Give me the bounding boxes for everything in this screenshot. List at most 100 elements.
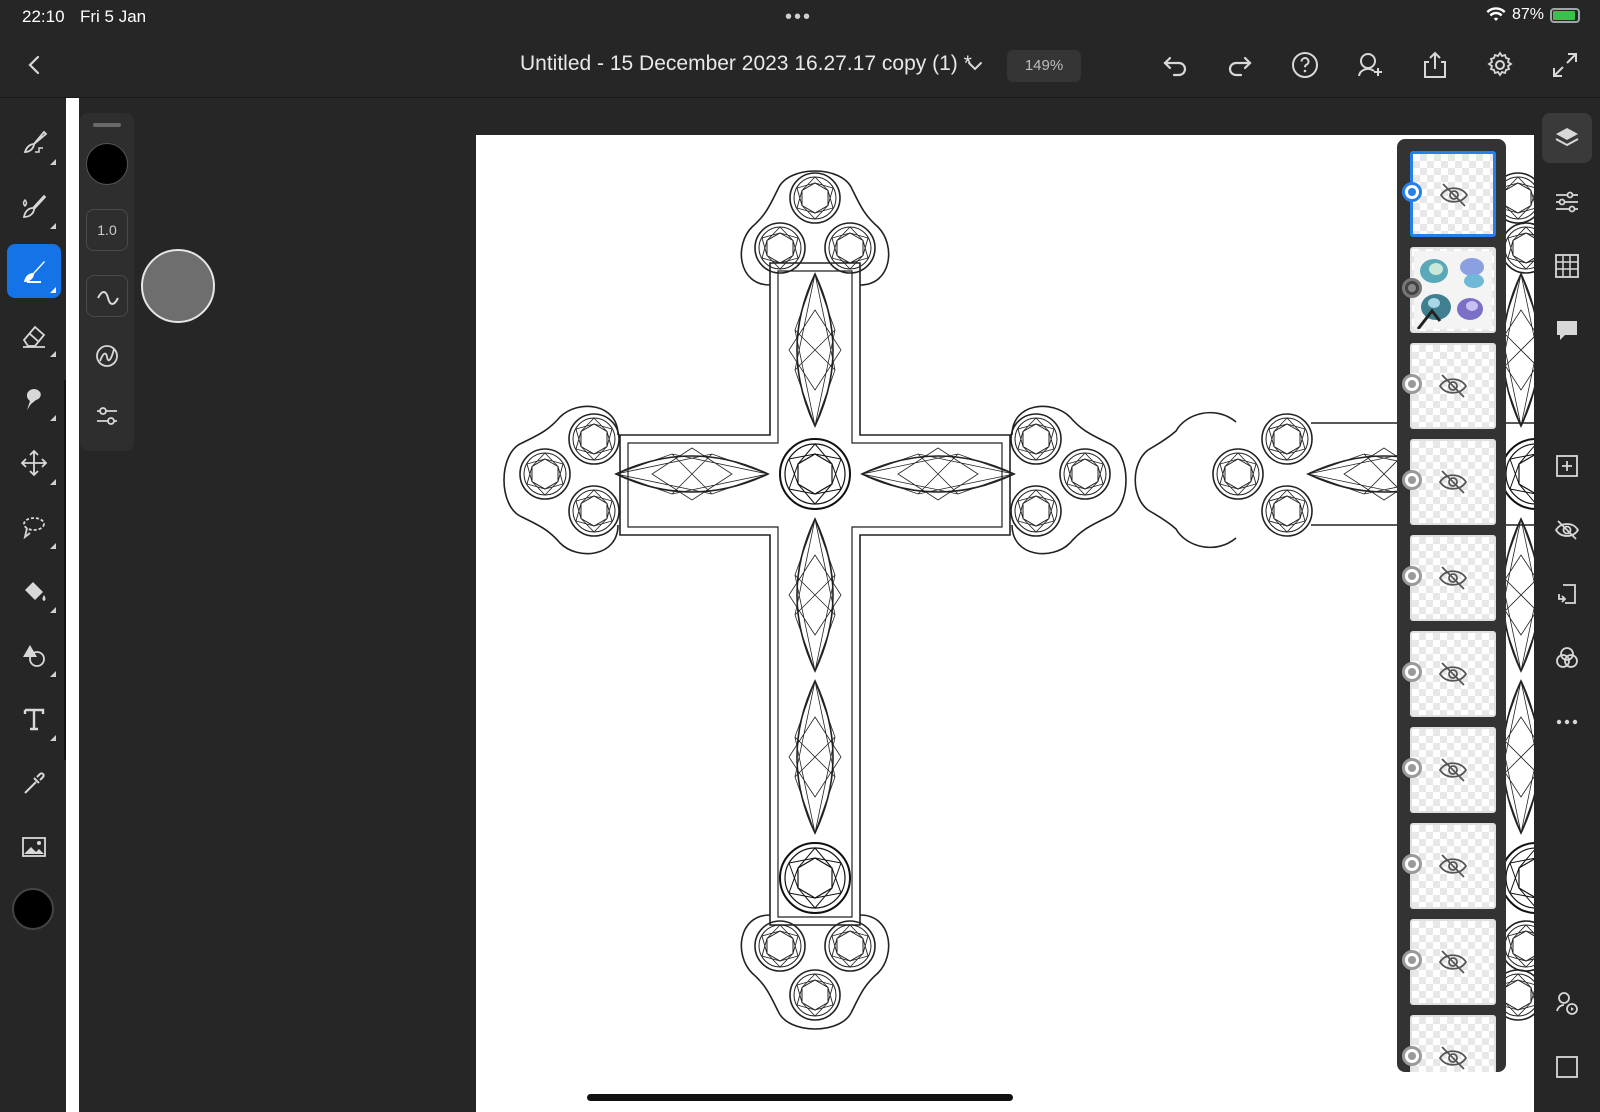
hidden-eye-icon — [1438, 374, 1468, 398]
document-title[interactable]: Untitled - 15 December 2023 16.27.17 cop… — [520, 52, 972, 76]
live-brush-icon — [22, 194, 47, 218]
eraser-tool[interactable] — [7, 308, 61, 362]
layers-panel — [1397, 139, 1506, 1072]
help-icon[interactable] — [1290, 50, 1320, 80]
layer-select-radio[interactable] — [1402, 662, 1422, 682]
layer-drag-handle[interactable] — [1402, 278, 1422, 298]
left-toolbar — [0, 98, 66, 1112]
brush-size-field[interactable]: 1.0 — [86, 209, 128, 251]
status-date: Fri 5 Jan — [80, 7, 147, 26]
battery-icon — [1550, 7, 1580, 23]
invite-user-icon[interactable] — [1355, 50, 1385, 80]
hidden-eye-icon — [1438, 662, 1468, 686]
toggle-visibility-button[interactable] — [1542, 505, 1592, 555]
canvas-frame-button[interactable] — [1542, 1042, 1592, 1092]
transform-tool[interactable] — [7, 436, 61, 490]
smudge-icon — [26, 389, 41, 410]
layer-thumbnail[interactable] — [1410, 727, 1496, 813]
hidden-eye-icon — [1439, 183, 1469, 207]
eyedropper-tool[interactable] — [7, 756, 61, 810]
panel-drag-handle[interactable] — [93, 123, 121, 127]
color-swatch[interactable] — [12, 888, 54, 930]
redo-icon[interactable] — [1225, 50, 1255, 80]
brush-color-swatch[interactable] — [86, 143, 128, 185]
live-brush-tool[interactable] — [7, 180, 61, 234]
undo-icon[interactable] — [1160, 50, 1190, 80]
layers-icon — [1555, 128, 1579, 147]
layer-thumbnail[interactable] — [1410, 823, 1496, 909]
brush-properties-panel: 1.0 — [80, 113, 134, 451]
ellipsis-icon — [1556, 719, 1578, 725]
fullscreen-icon[interactable] — [1550, 50, 1580, 80]
merge-down-icon — [1558, 584, 1576, 604]
lasso-icon — [23, 517, 45, 540]
smudge-tool[interactable] — [7, 372, 61, 426]
settings-gear-icon[interactable] — [1485, 50, 1515, 80]
brush-settings-button[interactable] — [86, 335, 128, 377]
brush-dynamics-icon — [96, 345, 118, 367]
layer-select-radio[interactable] — [1402, 758, 1422, 778]
canvas-edge-strip — [66, 98, 79, 1112]
eyedropper-icon — [24, 772, 45, 794]
timelapse-button[interactable] — [1542, 978, 1592, 1028]
place-image-tool[interactable] — [7, 820, 61, 874]
share-icon[interactable] — [1420, 50, 1450, 80]
battery-percentage: 87% — [1511, 6, 1544, 23]
hidden-eye-icon — [1554, 520, 1580, 540]
right-toolbar — [1534, 98, 1600, 1112]
more-options-button[interactable] — [1542, 697, 1592, 747]
layer-select-radio[interactable] — [1402, 374, 1422, 394]
type-tool[interactable] — [7, 692, 61, 746]
brush-smoothing-button[interactable] — [86, 275, 128, 317]
chevron-down-icon[interactable] — [965, 56, 985, 76]
gem-photo-thumbnail — [1414, 251, 1492, 329]
timelapse-icon — [1556, 992, 1578, 1015]
back-chevron-icon[interactable] — [22, 52, 48, 78]
sliders-icon — [1556, 191, 1578, 213]
brush-adjustments-button[interactable] — [86, 395, 128, 437]
layer-thumbnail[interactable] — [1410, 247, 1496, 333]
blend-circles-icon — [1556, 647, 1578, 668]
grid-button[interactable] — [1542, 241, 1592, 291]
top-bar: Untitled - 15 December 2023 16.27.17 cop… — [0, 34, 1600, 98]
grid-icon — [1555, 254, 1579, 278]
layer-thumbnail[interactable] — [1410, 919, 1496, 1005]
layers-button[interactable] — [1542, 113, 1592, 163]
hidden-eye-icon — [1438, 854, 1468, 878]
layer-select-radio[interactable] — [1402, 854, 1422, 874]
layer-select-radio[interactable] — [1402, 566, 1422, 586]
zoom-level[interactable]: 149% — [1007, 50, 1081, 82]
layer-thumbnail[interactable] — [1410, 439, 1496, 525]
layer-thumbnail[interactable] — [1410, 631, 1496, 717]
layer-thumbnail[interactable] — [1410, 151, 1496, 237]
multitasking-dots-icon[interactable]: ••• — [785, 6, 812, 29]
canvas[interactable] — [476, 135, 1534, 1112]
wave-icon — [97, 291, 119, 305]
layer-thumbnail[interactable] — [1410, 1015, 1496, 1072]
sliders-icon — [97, 407, 117, 425]
layer-select-radio[interactable] — [1402, 470, 1422, 490]
move-arrows-icon — [20, 449, 48, 477]
pixel-brush-tool[interactable] — [7, 116, 61, 170]
status-bar: 22:10 Fri 5 Jan ••• 87% — [0, 0, 1600, 34]
comment-icon — [1557, 321, 1577, 340]
merge-down-button[interactable] — [1542, 569, 1592, 619]
hidden-eye-icon — [1438, 566, 1468, 590]
hidden-eye-icon — [1438, 758, 1468, 782]
add-layer-button[interactable] — [1542, 441, 1592, 491]
layer-select-radio[interactable] — [1402, 950, 1422, 970]
fill-tool[interactable] — [7, 564, 61, 618]
layer-select-radio[interactable] — [1402, 1046, 1422, 1066]
layer-properties-button[interactable] — [1542, 177, 1592, 227]
layer-thumbnail[interactable] — [1410, 343, 1496, 429]
layer-thumbnail[interactable] — [1410, 535, 1496, 621]
vector-brush-tool[interactable] — [7, 244, 61, 298]
status-right: 87% — [1486, 6, 1580, 24]
shape-tool[interactable] — [7, 628, 61, 682]
home-indicator[interactable] — [587, 1094, 1013, 1101]
layer-select-radio[interactable] — [1402, 182, 1422, 202]
selection-tool[interactable] — [7, 500, 61, 554]
comments-button[interactable] — [1542, 305, 1592, 355]
blend-mode-button[interactable] — [1542, 633, 1592, 683]
wifi-icon — [1486, 7, 1506, 21]
